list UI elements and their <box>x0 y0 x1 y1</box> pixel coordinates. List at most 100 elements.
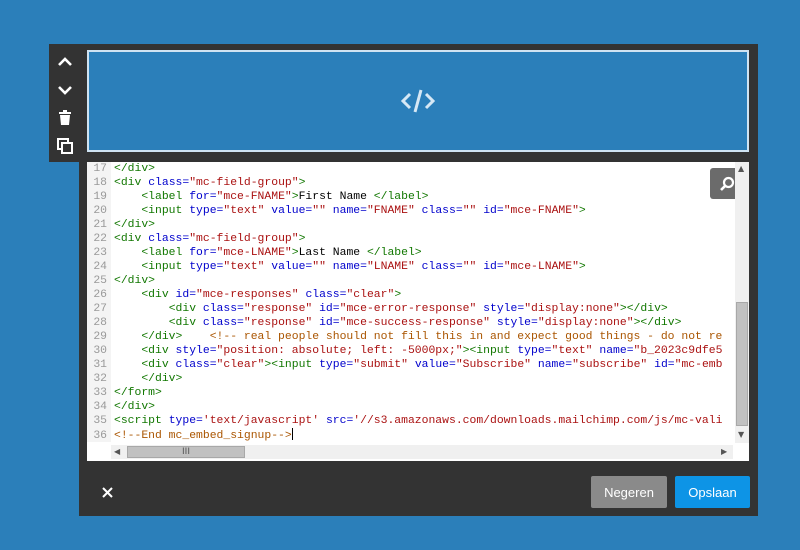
code-token: name= <box>332 205 367 217</box>
code-line[interactable]: 34 </div> <box>87 400 735 414</box>
code-line[interactable]: 27 <div class="response" id="mce-error-r… <box>87 302 735 316</box>
vertical-scrollbar[interactable]: ▲ ▼ <box>735 162 749 443</box>
scroll-down-arrow-icon[interactable]: ▼ <box>738 430 744 439</box>
code-token: "Subscribe" <box>455 359 532 371</box>
code-token: style= <box>175 345 217 357</box>
code-line[interactable]: 31 <div class="clear"><input type="submi… <box>87 358 735 372</box>
horizontal-scroll-thumb[interactable]: III <box>127 446 245 458</box>
code-line[interactable]: 19 <label for="mce-FNAME">First Name </l… <box>87 190 735 204</box>
code-token: </form> <box>114 387 162 399</box>
code-token: value= <box>271 261 313 273</box>
code-token: type= <box>189 261 224 273</box>
code-line[interactable]: 28 <div class="response" id="mce-success… <box>87 316 735 330</box>
code-editor[interactable]: 17 </div> 18 <div class="mc-field-group"> 19… <box>87 162 749 461</box>
scroll-up-arrow-icon[interactable]: ▲ <box>738 164 744 173</box>
line-number: 26 <box>93 289 107 301</box>
code-token: > <box>578 261 586 273</box>
chevron-down-icon <box>58 86 72 95</box>
line-number: 31 <box>93 359 107 371</box>
code-token: class= <box>148 233 190 245</box>
code-token: > <box>291 191 299 203</box>
code-token: "LNAME" <box>366 261 415 273</box>
code-token: <label <box>141 247 190 259</box>
scroll-right-arrow-icon[interactable]: ▶ <box>721 447 727 456</box>
code-line[interactable]: 24 <input type="text" value="" name="LNA… <box>87 260 735 274</box>
vertical-scroll-thumb[interactable] <box>736 302 748 426</box>
code-token: "mce-LNAME" <box>503 261 579 273</box>
code-text: <label for="mce-LNAME">Last Name </label… <box>114 247 421 259</box>
code-token: style= <box>483 303 525 315</box>
duplicate-button[interactable] <box>49 134 81 158</box>
code-line[interactable]: 29 </div> <!-- real people should not fi… <box>87 330 735 344</box>
code-line[interactable]: 25 </div> <box>87 274 735 288</box>
horizontal-scrollbar[interactable]: ◀ III ▶ <box>111 445 733 459</box>
code-token: id= <box>319 317 340 329</box>
code-line[interactable]: 36 <!--End mc_embed_signup--> <box>87 428 735 442</box>
code-token: for= <box>189 247 217 259</box>
code-token: <!--End mc_embed_signup--> <box>114 430 292 442</box>
code-token: </div> <box>141 373 183 385</box>
code-token: class= <box>305 289 347 301</box>
close-button[interactable] <box>96 481 118 503</box>
save-button[interactable]: Opslaan <box>675 476 750 508</box>
line-number: 21 <box>93 219 107 231</box>
html-block-preview[interactable] <box>87 50 749 152</box>
cancel-button[interactable]: Negeren <box>591 476 667 508</box>
code-token: "mce-error-response" <box>339 303 477 315</box>
code-line[interactable]: 26 <div id="mce-responses" class="clear"… <box>87 288 735 302</box>
code-line[interactable]: 17 </div> <box>87 162 735 176</box>
code-text: </div> <box>114 373 182 385</box>
code-text: <script type='text/javascript' src='//s3… <box>114 415 722 427</box>
line-number: 29 <box>93 331 107 343</box>
code-token: 'text/javascript' <box>202 415 320 427</box>
search-icon <box>719 176 734 191</box>
code-token: value= <box>414 359 456 371</box>
move-up-button[interactable] <box>49 50 81 74</box>
code-line[interactable]: 18 <div class="mc-field-group"> <box>87 176 735 190</box>
code-token: First Name <box>298 191 374 203</box>
code-text: </div> <box>114 219 155 231</box>
code-line[interactable]: 35 <script type='text/javascript' src='//… <box>87 414 735 428</box>
code-line[interactable]: 21 </div> <box>87 218 735 232</box>
code-token: <input <box>141 261 190 273</box>
scroll-left-arrow-icon[interactable]: ◀ <box>114 447 120 456</box>
code-token: ><input <box>462 345 518 357</box>
code-line[interactable]: 22 <div class="mc-field-group"> <box>87 232 735 246</box>
text-cursor <box>291 428 293 440</box>
line-number: 28 <box>93 317 107 329</box>
code-line[interactable]: 30 <div style="position: absolute; left:… <box>87 344 735 358</box>
block-toolbar <box>49 44 81 162</box>
code-token: <div <box>141 345 176 357</box>
code-token: <script <box>114 415 169 427</box>
code-token: type= <box>517 345 552 357</box>
code-token: "response" <box>243 303 313 315</box>
code-line[interactable]: 23 <label for="mce-LNAME">Last Name </la… <box>87 246 735 260</box>
line-number: 35 <box>93 415 107 427</box>
code-token: "mce-responses" <box>196 289 299 301</box>
line-number: 24 <box>93 261 107 273</box>
code-token: </label> <box>373 191 429 203</box>
code-token: ></div> <box>633 317 682 329</box>
code-token: <div <box>168 303 203 315</box>
code-token: "clear" <box>346 289 395 301</box>
code-text: <div class="mc-field-group"> <box>114 233 305 245</box>
code-token: Last Name <box>298 247 367 259</box>
delete-button[interactable] <box>49 106 81 130</box>
code-line[interactable]: 20 <input type="text" value="" name="FNA… <box>87 204 735 218</box>
code-line[interactable]: 32 </div> <box>87 372 735 386</box>
code-token: "clear" <box>216 359 265 371</box>
line-number: 22 <box>93 233 107 245</box>
move-down-button[interactable] <box>49 78 81 102</box>
code-line[interactable]: 33 </form> <box>87 386 735 400</box>
code-text: <div class="clear"><input type="submit" … <box>114 359 722 371</box>
